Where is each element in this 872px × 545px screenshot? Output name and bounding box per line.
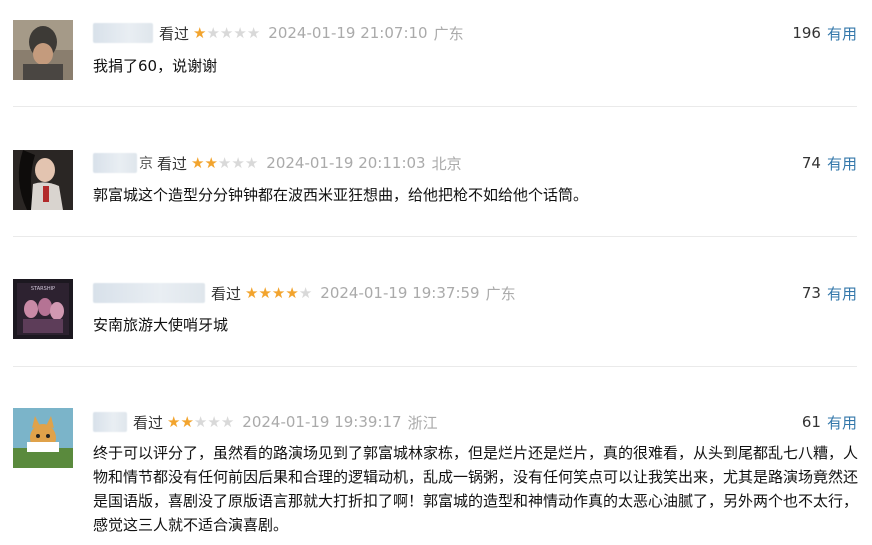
useful-button[interactable]: 有用	[827, 412, 857, 433]
useful-button[interactable]: 有用	[827, 23, 857, 44]
divider	[13, 236, 857, 237]
rating-stars: ★ ★ ★ ★ ★	[245, 283, 313, 302]
username-blurred[interactable]	[93, 153, 137, 173]
review-time: 2024-01-19 20:11:03	[266, 154, 426, 172]
star-icon-filled: ★	[180, 412, 194, 431]
watched-label: 看过	[159, 24, 190, 43]
review-content: 我捐了60，说谢谢	[93, 57, 218, 75]
star-icon-empty: ★	[298, 283, 313, 302]
star-icon-empty: ★	[207, 412, 221, 431]
star-icon-empty: ★	[220, 412, 235, 431]
watched-label: 看过	[157, 154, 188, 173]
useful-button[interactable]: 有用	[827, 153, 857, 174]
useful-button[interactable]: 有用	[827, 283, 857, 304]
review-time: 2024-01-19 19:37:59	[320, 284, 480, 302]
star-icon-filled: ★	[167, 412, 181, 431]
vote-count: 196	[792, 24, 821, 42]
review-meta: 看过 ★ ★ ★ ★ ★ 2024-01-19 21:07:10 广东	[93, 21, 464, 45]
review-location: 北京	[431, 154, 462, 173]
avatar[interactable]	[13, 150, 73, 210]
review-content: 郭富城这个造型分分钟钟都在波西米亚狂想曲，给他把枪不如给他个话筒。	[93, 186, 589, 204]
review-location: 浙江	[407, 413, 438, 432]
star-icon-filled: ★	[193, 23, 207, 42]
review-location: 广东	[433, 24, 464, 43]
rating-stars: ★ ★ ★ ★ ★	[191, 153, 259, 172]
rating-stars: ★ ★ ★ ★ ★	[193, 23, 261, 42]
star-icon-empty: ★	[246, 23, 261, 42]
star-icon-empty: ★	[233, 23, 247, 42]
review-content: 终于可以评分了，虽然看的路演场见到了郭富城林家栋，但是烂片还是烂片，真的很难看，…	[93, 444, 859, 534]
star-icon-filled: ★	[245, 283, 259, 302]
review-time: 2024-01-19 19:39:17	[242, 413, 402, 431]
vote-count: 74	[801, 154, 821, 172]
vote-area: 73 有用	[802, 281, 857, 305]
star-icon-empty: ★	[219, 23, 234, 42]
username-tail[interactable]: 京	[139, 153, 153, 173]
review-meta: 京 看过 ★ ★ ★ ★ ★ 2024-01-19 20:11:03 北京	[93, 151, 462, 175]
star-icon-empty: ★	[193, 412, 208, 431]
review-meta: 看过 ★ ★ ★ ★ ★ 2024-01-19 19:39:17 浙江	[93, 410, 438, 434]
review-meta: 看过 ★ ★ ★ ★ ★ 2024-01-19 19:37:59 广东	[93, 281, 516, 305]
vote-count: 61	[801, 413, 821, 431]
review-time: 2024-01-19 21:07:10	[268, 24, 428, 42]
rating-stars: ★ ★ ★ ★ ★	[167, 412, 235, 431]
avatar[interactable]: STARSHIP	[13, 279, 73, 339]
username-blurred[interactable]	[93, 283, 205, 303]
divider	[13, 106, 857, 107]
svg-text:STARSHIP: STARSHIP	[31, 286, 55, 292]
watched-label: 看过	[133, 413, 164, 432]
vote-area: 74 有用	[802, 151, 857, 175]
star-icon-filled: ★	[285, 283, 299, 302]
username-blurred[interactable]	[93, 23, 153, 43]
avatar[interactable]	[13, 408, 73, 468]
vote-area: 61 有用	[802, 410, 857, 434]
vote-area: 196 有用	[792, 21, 857, 45]
star-icon-empty: ★	[206, 23, 220, 42]
star-icon-empty: ★	[217, 153, 232, 172]
star-icon-filled: ★	[271, 283, 286, 302]
vote-count: 73	[801, 284, 821, 302]
divider	[13, 366, 857, 367]
star-icon-filled: ★	[258, 283, 272, 302]
star-icon-empty: ★	[244, 153, 259, 172]
avatar[interactable]	[13, 20, 73, 80]
review-content: 安南旅游大使哨牙城	[93, 316, 229, 334]
star-icon-filled: ★	[204, 153, 218, 172]
username-blurred[interactable]	[93, 412, 127, 432]
star-icon-filled: ★	[191, 153, 205, 172]
watched-label: 看过	[211, 284, 242, 303]
star-icon-empty: ★	[231, 153, 245, 172]
review-location: 广东	[485, 284, 516, 303]
